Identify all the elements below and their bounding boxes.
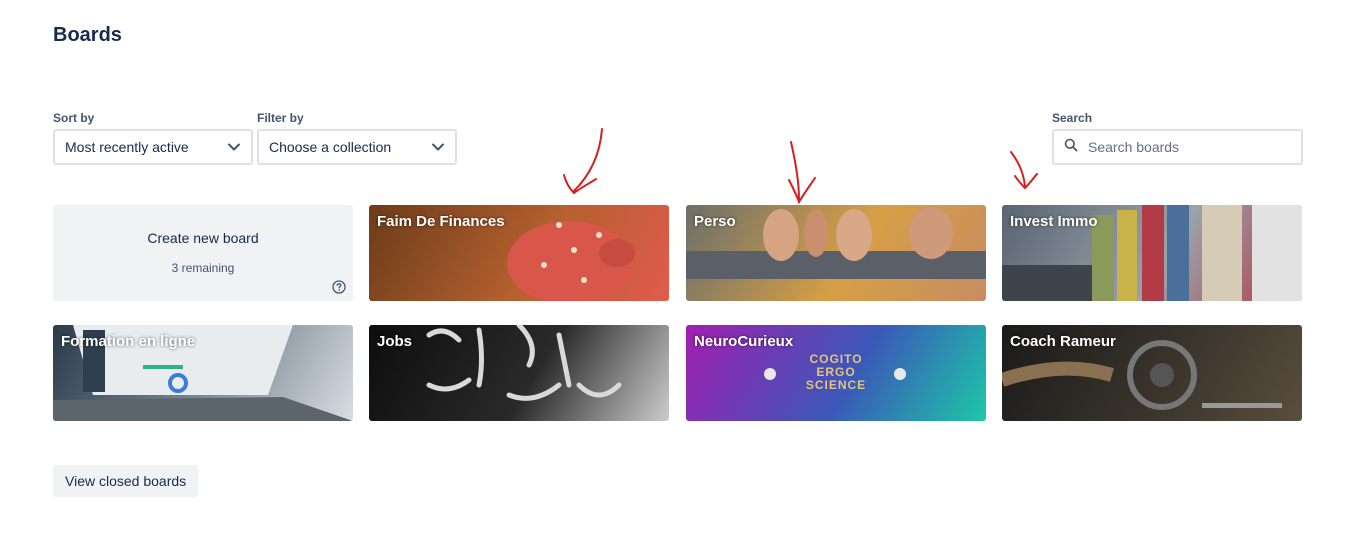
board-tile-neurocurieux[interactable]: COGITO ERGO SCIENCE NeuroCurieux (686, 325, 986, 421)
neon-sign-image (426, 325, 622, 401)
create-board-tile[interactable]: Create new board 3 remaining (53, 205, 353, 301)
cogito-logo-text: COGITO ERGO SCIENCE (805, 352, 867, 392)
board-title: Jobs (377, 333, 413, 350)
search-field[interactable] (1052, 129, 1303, 165)
annotation-arrow (1010, 151, 1038, 190)
board-title: Coach Rameur (1010, 333, 1116, 350)
board-tile-formation-en-ligne[interactable]: Formation en ligne (53, 325, 353, 421)
sort-by-value: Most recently active (65, 139, 189, 155)
board-title: Perso (694, 213, 736, 230)
boards-remaining: 3 remaining (171, 261, 235, 275)
search-input[interactable] (1086, 138, 1291, 156)
board-title: Faim De Finances (377, 213, 505, 230)
sort-by-label: Sort by (53, 111, 95, 125)
page-title: Boards (53, 24, 122, 46)
annotation-arrow (788, 141, 816, 205)
filter-by-value: Choose a collection (269, 139, 392, 155)
board-tile-perso[interactable]: Perso (686, 205, 986, 301)
board-title: NeuroCurieux (694, 333, 794, 350)
board-tile-jobs[interactable]: Jobs (369, 325, 669, 421)
filter-by-select[interactable]: Choose a collection (257, 129, 457, 165)
annotation-arrow (563, 128, 603, 195)
board-tile-invest-immo[interactable]: Invest Immo (1002, 205, 1302, 301)
create-board-label: Create new board (147, 230, 259, 246)
chevron-down-icon (431, 140, 445, 154)
view-closed-boards-button[interactable]: View closed boards (53, 465, 199, 497)
chevron-down-icon (227, 140, 241, 154)
board-tile-faim-de-finances[interactable]: Faim De Finances (369, 205, 669, 301)
search-icon (1064, 138, 1078, 157)
board-tile-coach-rameur[interactable]: Coach Rameur (1002, 325, 1302, 421)
board-title: Formation en ligne (61, 333, 196, 350)
help-icon[interactable] (332, 280, 346, 294)
filter-by-label: Filter by (257, 111, 304, 125)
sort-by-select[interactable]: Most recently active (53, 129, 253, 165)
search-label: Search (1052, 111, 1093, 125)
board-title: Invest Immo (1010, 213, 1098, 230)
